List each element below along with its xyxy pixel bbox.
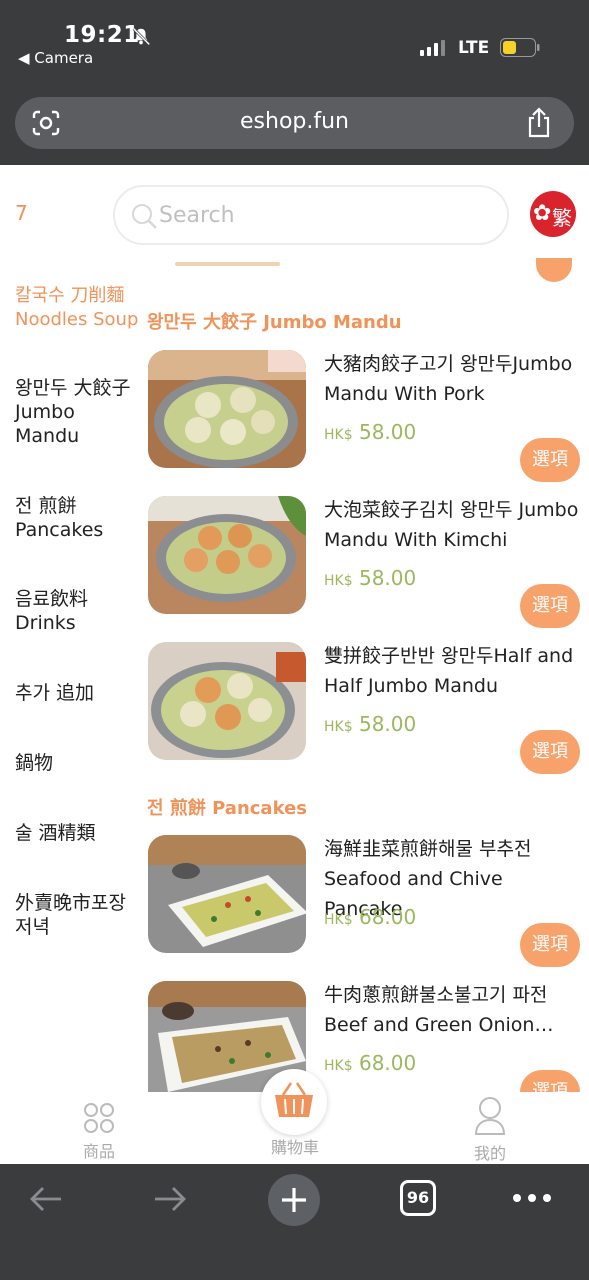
battery-icon xyxy=(500,38,540,57)
price-value: 68.00 xyxy=(358,905,417,929)
current-category-line1: 칼국수 刀削麵 xyxy=(15,285,125,306)
product-name[interactable]: 牛肉蔥煎餅불소불고기 파전 Beef and Green Onion… xyxy=(324,980,584,1040)
browser-bottom-bar: 96 xyxy=(0,1164,589,1280)
bauhinia-flag-icon: ✿ xyxy=(533,201,552,226)
options-button[interactable]: 選項 xyxy=(520,1070,580,1092)
tab-mine-label: 我的 xyxy=(473,1144,506,1163)
silent-bell-icon xyxy=(132,27,151,46)
tab-cart[interactable]: 購物車 xyxy=(260,1134,330,1158)
forward-arrow-icon[interactable] xyxy=(152,1184,188,1214)
language-switch-button[interactable]: ✿ 繁 xyxy=(530,191,576,237)
more-icon[interactable] xyxy=(512,1192,552,1204)
product-name[interactable]: 雙拼餃子반반 왕만두Half and Half Jumbo Mandu xyxy=(324,641,584,701)
product-image-half-half-mandu[interactable] xyxy=(148,642,306,760)
tab-products-label: 商品 xyxy=(82,1142,115,1161)
address-bar[interactable]: eshop.fun xyxy=(15,97,574,149)
new-tab-button[interactable] xyxy=(268,1174,320,1226)
app-header: 7 ✿ 繁 xyxy=(0,165,589,260)
language-label: 繁 xyxy=(552,206,572,230)
product-price: HK$ 58.00 xyxy=(324,566,416,590)
browser-top-chrome: 19:21 ◀ Camera LTE eshop.fun xyxy=(0,0,589,165)
user-icon xyxy=(474,1097,506,1135)
back-to-camera-link[interactable]: ◀ Camera xyxy=(18,49,93,67)
signal-icon xyxy=(420,40,445,56)
current-category-line2: Noodles Soup xyxy=(15,309,139,330)
currency-label: HK$ xyxy=(324,1058,353,1074)
price-value: 58.00 xyxy=(358,712,417,736)
sidebar-item-pancakes[interactable]: 전 煎餅 Pancakes xyxy=(15,494,103,542)
currency-label: HK$ xyxy=(324,573,353,589)
tab-switcher-button[interactable]: 96 xyxy=(400,1180,436,1216)
cart-count[interactable]: 7 xyxy=(15,201,28,225)
search-input[interactable] xyxy=(159,197,489,233)
previous-item-image-edge xyxy=(175,262,280,266)
product-image-pork-mandu[interactable] xyxy=(148,350,306,468)
sidebar-item-drinks[interactable]: 음료飲料 Drinks xyxy=(15,587,88,635)
price-value: 68.00 xyxy=(358,1051,417,1075)
url-text[interactable]: eshop.fun xyxy=(15,109,574,134)
share-icon[interactable] xyxy=(525,107,553,139)
grid-icon xyxy=(84,1103,114,1133)
section-title-pancakes: 전 煎餅 Pancakes xyxy=(147,798,307,819)
back-arrow-icon[interactable] xyxy=(28,1184,64,1214)
price-value: 58.00 xyxy=(358,420,417,444)
previous-item-option-button[interactable] xyxy=(536,258,572,282)
search-box[interactable] xyxy=(113,185,509,245)
options-button[interactable]: 選項 xyxy=(520,584,580,628)
options-button[interactable]: 選項 xyxy=(520,923,580,967)
cart-button[interactable] xyxy=(261,1069,327,1135)
sidebar-item-takeaway[interactable]: 外賣晚市포장 저녁 xyxy=(15,891,126,939)
network-label: LTE xyxy=(458,38,490,58)
product-name[interactable]: 大泡菜餃子김치 왕만두 Jumbo Mandu With Kimchi xyxy=(324,495,584,555)
product-image-seafood-pancake[interactable] xyxy=(148,835,306,953)
options-button[interactable]: 選項 xyxy=(520,730,580,774)
sidebar-item-extras[interactable]: 추가 追加 xyxy=(15,681,94,705)
price-value: 58.00 xyxy=(358,566,417,590)
sidebar-item-alcohol[interactable]: 술 酒精類 xyxy=(15,821,96,845)
product-price: HK$ 58.00 xyxy=(324,712,416,736)
product-price: HK$ 68.00 xyxy=(324,1051,416,1075)
currency-label: HK$ xyxy=(324,719,353,735)
status-time: 19:21 xyxy=(64,22,140,48)
plus-icon xyxy=(282,1188,306,1212)
section-title-jumbo-mandu: 왕만두 大餃子 Jumbo Mandu xyxy=(147,312,402,333)
sidebar-item-jumbo-mandu[interactable]: 왕만두 大餃子 Jumbo Mandu xyxy=(15,376,130,448)
product-price: HK$ 68.00 xyxy=(324,905,416,929)
currency-label: HK$ xyxy=(324,912,353,928)
options-button[interactable]: 選項 xyxy=(520,438,580,482)
currency-label: HK$ xyxy=(324,427,353,443)
basket-icon xyxy=(275,1082,313,1117)
sidebar-item-hotpot[interactable]: 鍋物 xyxy=(15,751,53,775)
tab-cart-label: 購物車 xyxy=(270,1138,319,1157)
search-icon xyxy=(132,204,157,229)
tab-mine[interactable]: 我的 xyxy=(462,1096,518,1164)
product-image-kimchi-mandu[interactable] xyxy=(148,496,306,614)
tab-products[interactable]: 商品 xyxy=(72,1102,126,1162)
product-name[interactable]: 大豬肉餃子고기 왕만두Jumbo Mandu With Pork xyxy=(324,349,584,409)
product-price: HK$ 58.00 xyxy=(324,420,416,444)
